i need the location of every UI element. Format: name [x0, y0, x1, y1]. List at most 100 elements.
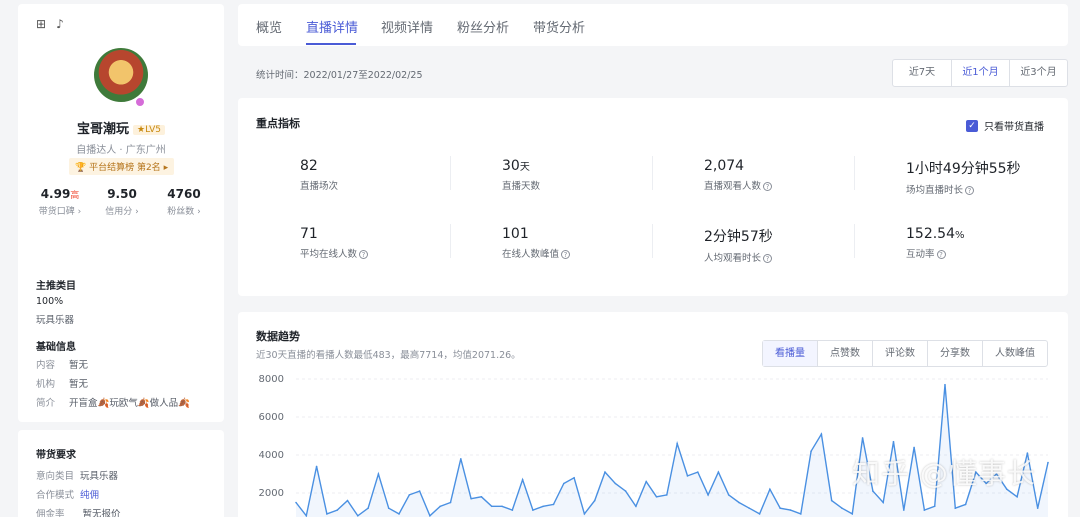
data-point: [635, 505, 637, 508]
range-1-month[interactable]: 近1个月: [951, 60, 1009, 86]
data-point: [892, 440, 895, 443]
metric-unit: 天: [519, 162, 530, 173]
data-point: [748, 507, 751, 509]
data-point: [511, 509, 514, 511]
caret-right-icon: ▸: [163, 163, 169, 173]
metric-value: 2,074: [704, 158, 745, 174]
data-point: [470, 497, 472, 500]
row-value: 暂无: [69, 379, 89, 390]
metric-divider: [450, 156, 451, 190]
metric-divider: [652, 224, 653, 258]
data-point: [387, 507, 390, 509]
score-reputation[interactable]: 4.99高 带货口碑 ›: [32, 187, 88, 217]
help-icon[interactable]: ?: [763, 182, 773, 191]
help-icon[interactable]: ?: [936, 250, 946, 259]
tab-overview[interactable]: 概览: [256, 17, 282, 36]
range-7-days[interactable]: 近7天: [893, 60, 951, 86]
metrics-title: 重点指标: [256, 117, 300, 130]
row-key: 简介: [36, 398, 56, 409]
metric-value: 152.54: [906, 226, 955, 242]
data-point: [964, 503, 967, 506]
metric-label: 平均在线人数: [300, 249, 358, 260]
data-point: [305, 515, 308, 517]
data-point: [758, 513, 761, 515]
row-value: 玩具乐器: [80, 471, 119, 482]
data-point: [727, 494, 730, 496]
row-key: 意向类目: [36, 471, 75, 482]
data-point: [501, 505, 503, 508]
data-point: [769, 488, 771, 490]
row-value[interactable]: 纯佣: [80, 490, 99, 501]
data-point: [820, 433, 823, 435]
grid-icon[interactable]: ⊞: [36, 17, 46, 31]
tab-sales-analysis[interactable]: 带货分析: [533, 17, 585, 36]
metric-label: 互动率: [906, 249, 935, 260]
data-point: [532, 509, 534, 511]
metric-live-count: 82 直播场次: [300, 158, 500, 202]
data-point: [542, 505, 545, 508]
data-point: [666, 494, 668, 496]
metric-divider: [652, 156, 653, 190]
score-value: 9.50: [107, 187, 137, 201]
data-point: [449, 501, 452, 504]
metric-avg-duration: 1小时49分钟55秒 场均直播时长?: [906, 158, 1080, 202]
data-point: [655, 496, 658, 498]
metric-label: 直播天数: [502, 181, 541, 192]
row-key: 合作模式: [36, 490, 75, 501]
score-credit[interactable]: 9.50 信用分 ›: [94, 187, 150, 217]
tab-live-detail[interactable]: 直播详情: [306, 17, 358, 36]
score-fans[interactable]: 4760 粉丝数 ›: [156, 187, 212, 217]
data-point: [933, 505, 936, 508]
data-point: [593, 499, 596, 502]
tab-fans-analysis[interactable]: 粉丝分析: [457, 17, 509, 36]
data-point: [861, 437, 864, 439]
row-key: 佣金率: [36, 509, 65, 517]
data-point: [686, 475, 689, 477]
metric-interaction-rate: 152.54% 互动率?: [906, 226, 1080, 270]
level-badge: ★LV5: [133, 124, 165, 135]
key-metrics-card: 重点指标 ✓ 只看带货直播 82 直播场次 30天 直播天数 2,074 直播观…: [238, 98, 1068, 296]
data-point: [563, 482, 565, 485]
data-point: [717, 471, 720, 473]
help-icon[interactable]: ?: [359, 250, 369, 259]
requirement-row: 意向类目 玩具乐器: [36, 468, 118, 482]
data-point: [460, 458, 462, 460]
data-point: [738, 501, 740, 504]
score-row: 4.99高 带货口碑 › 9.50 信用分 › 4760 粉丝数 ›: [32, 187, 212, 217]
help-icon[interactable]: ?: [965, 186, 975, 195]
help-icon[interactable]: ?: [763, 254, 773, 263]
tab-video-detail[interactable]: 视频详情: [381, 17, 433, 36]
basic-info-row: 简介 开盲盒🍂玩欧气🍂做人品🍂: [36, 395, 190, 409]
row-key: 内容: [36, 360, 56, 371]
metric-divider: [854, 156, 855, 190]
date-range-selector: 近7天 近1个月 近3个月: [892, 59, 1068, 87]
data-point: [346, 499, 349, 502]
metric-value: 2分钟57秒: [704, 229, 773, 245]
only-live-toggle[interactable]: ✓ 只看带货直播: [966, 118, 1044, 133]
data-point: [480, 496, 483, 498]
checkbox-checked-icon[interactable]: ✓: [966, 119, 978, 132]
help-icon[interactable]: ?: [561, 250, 571, 259]
data-point: [418, 490, 421, 492]
metric-avg-watch: 2分钟57秒 人均观看时长?: [704, 226, 904, 270]
y-tick-label: 6000: [259, 412, 284, 423]
data-point: [707, 494, 709, 496]
data-point: [552, 503, 555, 506]
tiktok-icon[interactable]: ♪: [56, 17, 64, 31]
data-point: [336, 509, 339, 511]
data-point: [521, 478, 524, 481]
data-point: [841, 507, 843, 509]
range-3-months[interactable]: 近3个月: [1009, 60, 1067, 86]
data-point: [1047, 461, 1049, 464]
rank-badge[interactable]: 🏆 平台结算榜 第2名 ▸: [69, 158, 175, 175]
data-point: [789, 509, 792, 511]
data-point: [913, 446, 915, 449]
metric-value: 82: [300, 158, 318, 174]
main-category-percent: 100%: [36, 296, 64, 307]
requirement-row: 佣金率 暂无报价: [36, 506, 121, 517]
data-point: [604, 471, 606, 473]
date-bar: 统计时间：2022/01/27至2022/02/25 近7天 近1个月 近3个月: [238, 50, 1068, 94]
metric-avg-online: 71 平均在线人数?: [300, 226, 500, 270]
row-value: 开盲盒🍂玩欧气🍂做人品🍂: [69, 398, 191, 409]
data-point: [1036, 507, 1039, 509]
